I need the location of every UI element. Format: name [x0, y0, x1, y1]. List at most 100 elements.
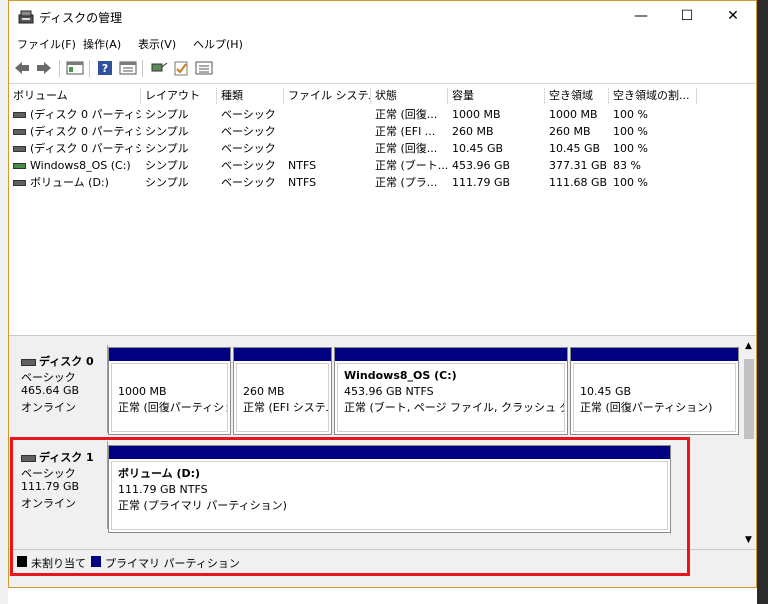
cell-free-percent: 100 %: [613, 142, 648, 155]
partition-recovery-1[interactable]: 1000 MB 正常 (回復パーティション): [108, 347, 231, 435]
scrollbar-thumb[interactable]: [744, 359, 754, 439]
partition-status: 正常 (回復パーティション): [580, 401, 713, 414]
background-left: [0, 0, 8, 604]
minimize-icon: —: [634, 8, 648, 24]
properties-icon[interactable]: [119, 60, 137, 76]
cell-fs: [284, 123, 371, 140]
cell-status: 正常 (回復...: [375, 142, 438, 155]
cell-layout: シンプル: [145, 176, 189, 189]
close-button[interactable]: ✕: [710, 1, 756, 32]
graph-scrollbar[interactable]: ▲ ▼: [742, 341, 756, 549]
partition-bar: [571, 348, 738, 361]
minimize-button[interactable]: —: [618, 1, 664, 32]
volume-icon: [13, 163, 26, 169]
disk-0-kind: ベーシック: [21, 371, 76, 384]
column-header-status[interactable]: 状態: [371, 88, 448, 104]
partition-recovery-2[interactable]: 10.45 GB 正常 (回復パーティション): [570, 347, 739, 435]
column-header-free-percent[interactable]: 空き領域の割...: [609, 88, 697, 104]
table-row[interactable]: (ディスク 0 パーティシ... シンプル ベーシック 正常 (EFI ... …: [9, 123, 756, 140]
column-header-free[interactable]: 空き領域: [545, 88, 609, 104]
partition-size: 260 MB: [243, 385, 285, 398]
table-row[interactable]: Windows8_OS (C:) シンプル ベーシック NTFS 正常 (ブート…: [9, 157, 756, 174]
cell-free: 260 MB: [549, 125, 591, 138]
maximize-icon: ☐: [680, 8, 694, 24]
cell-volume: Windows8_OS (C:): [9, 157, 141, 174]
view-icon[interactable]: [66, 60, 84, 76]
back-arrow-icon[interactable]: [13, 60, 31, 76]
menu-bar: ファイル(F) 操作(A) 表示(V) ヘルプ(H): [9, 32, 756, 54]
volume-icon: [13, 112, 26, 118]
disk-0-name: ディスク 0: [21, 353, 94, 369]
menu-help[interactable]: ヘルプ(H): [193, 36, 243, 52]
partition-info: 10.45 GB 正常 (回復パーティション): [573, 363, 736, 432]
partition-size: 10.45 GB: [580, 385, 632, 398]
partition-efi[interactable]: 260 MB 正常 (EFI システム パーティション): [233, 347, 332, 435]
help-icon[interactable]: ?: [96, 60, 114, 76]
column-header-layout[interactable]: レイアウト: [141, 88, 217, 104]
check-icon[interactable]: [172, 60, 190, 76]
partition-size: 453.96 GB NTFS: [344, 385, 434, 398]
toolbar-separator: [59, 60, 60, 77]
menu-file[interactable]: ファイル(F): [17, 36, 76, 52]
column-header-filesystem[interactable]: ファイル システム: [284, 88, 371, 104]
cell-capacity: 1000 MB: [452, 108, 501, 121]
partition-title: [118, 368, 221, 384]
cell-capacity: 111.79 GB: [452, 176, 511, 189]
cell-capacity: 453.96 GB: [452, 159, 511, 172]
volume-icon: [13, 180, 26, 186]
highlight-box: [10, 437, 690, 576]
window-title: ディスクの管理: [39, 11, 123, 25]
partition-title: [580, 368, 729, 384]
cell-fs: [284, 140, 371, 157]
cell-capacity: 260 MB: [452, 125, 494, 138]
title-bar[interactable]: ディスクの管理 — ☐ ✕: [9, 1, 756, 32]
connect-icon[interactable]: [150, 60, 168, 76]
close-icon: ✕: [727, 8, 739, 24]
disk-0-size: 465.64 GB: [21, 384, 80, 397]
toolbar: ?: [9, 55, 756, 83]
column-header-capacity[interactable]: 容量: [448, 88, 545, 104]
disk-management-app-icon: [18, 10, 34, 24]
toolbar-separator: [89, 60, 90, 77]
forward-arrow-icon[interactable]: [35, 60, 53, 76]
cell-layout: シンプル: [145, 108, 189, 121]
maximize-button[interactable]: ☐: [664, 1, 710, 32]
cell-volume: (ディスク 0 パーティシ...: [9, 106, 141, 123]
cell-capacity: 10.45 GB: [452, 142, 504, 155]
column-header-volume[interactable]: ボリューム: [9, 88, 141, 104]
cell-volume: (ディスク 0 パーティシ...: [9, 140, 141, 157]
volume-icon: [13, 146, 26, 152]
cell-volume: (ディスク 0 パーティシ...: [9, 123, 141, 140]
cell-layout: シンプル: [145, 142, 189, 155]
partition-status: 正常 (回復パーティション): [118, 401, 227, 414]
partition-title: Windows8_OS (C:): [344, 369, 457, 382]
scroll-up-icon[interactable]: ▲: [745, 341, 752, 351]
table-row[interactable]: ボリューム (D:) シンプル ベーシック NTFS 正常 (プラ... 111…: [9, 174, 756, 191]
menu-view[interactable]: 表示(V): [138, 36, 176, 52]
cell-status: 正常 (回復...: [375, 108, 438, 121]
svg-text:?: ?: [102, 62, 108, 75]
table-row[interactable]: (ディスク 0 パーティシ... シンプル ベーシック 正常 (回復... 10…: [9, 106, 756, 123]
partition-info: 260 MB 正常 (EFI システム パーティション): [236, 363, 329, 432]
scroll-down-icon[interactable]: ▼: [745, 535, 752, 545]
partition-bar: [234, 348, 331, 361]
cell-layout: シンプル: [145, 159, 189, 172]
partition-title: [243, 368, 322, 384]
toolbar-separator: [142, 60, 143, 77]
partition-size: 1000 MB: [118, 385, 167, 398]
partition-info: Windows8_OS (C:) 453.96 GB NTFS 正常 (ブート,…: [337, 363, 565, 432]
list-icon[interactable]: [195, 60, 213, 76]
partition-bar: [335, 348, 567, 361]
partition-status: 正常 (ブート, ページ ファイル, クラッシュ ダンプ, プライマリ パーティ…: [344, 401, 564, 414]
cell-volume: ボリューム (D:): [9, 174, 141, 191]
menu-action[interactable]: 操作(A): [83, 36, 121, 52]
partition-windows-c[interactable]: Windows8_OS (C:) 453.96 GB NTFS 正常 (ブート,…: [334, 347, 568, 435]
cell-free: 377.31 GB: [549, 159, 608, 172]
cell-fs: NTFS: [288, 159, 317, 172]
volume-icon: [13, 129, 26, 135]
column-header-type[interactable]: 種類: [217, 88, 284, 104]
cell-type: ベーシック: [221, 159, 276, 172]
background-right: [757, 0, 768, 604]
table-row[interactable]: (ディスク 0 パーティシ... シンプル ベーシック 正常 (回復... 10…: [9, 140, 756, 157]
disk-0-label[interactable]: ディスク 0 ベーシック 465.64 GB オンライン: [15, 345, 108, 433]
